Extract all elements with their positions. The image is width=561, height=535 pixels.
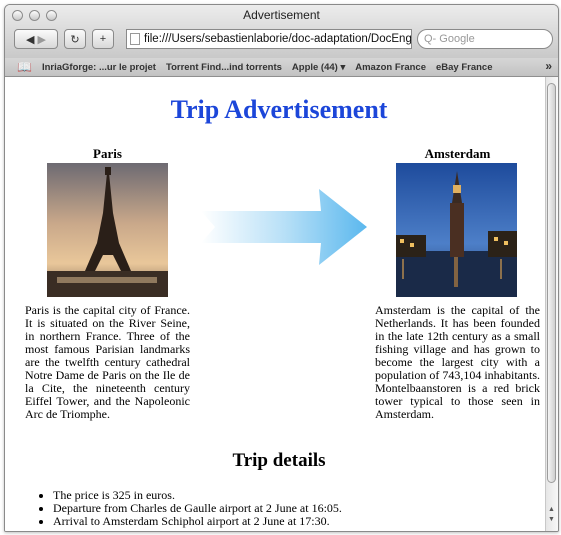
plus-icon: + [99, 33, 107, 45]
destination-description: Amsterdam is the capital of the Netherla… [375, 303, 540, 421]
list-item: Arrival to Amsterdam Schiphol airport at… [53, 515, 342, 528]
forward-arrow-icon: ▶ [37, 33, 46, 46]
url-text: file:///Users/sebastienlaborie/doc-adapt… [144, 33, 412, 45]
add-bookmark-button[interactable]: + [92, 29, 114, 49]
trip-details-heading: Trip details [232, 450, 326, 471]
more-bookmarks-icon[interactable]: » [545, 59, 552, 73]
reload-icon: ↻ [70, 33, 80, 46]
bookmark-item[interactable]: eBay France [436, 62, 493, 73]
scroll-arrows-icon[interactable]: ▲ ▼ [548, 505, 555, 525]
page-icon [130, 33, 140, 45]
eiffel-tower-photo [47, 163, 168, 297]
back-forward-button[interactable]: ◀ ▶ [14, 29, 58, 49]
origin-city-name: Paris [93, 146, 122, 161]
vertical-scrollbar[interactable]: ▲ ▼ [545, 77, 558, 531]
address-bar[interactable]: file:///Users/sebastienlaborie/doc-adapt… [126, 29, 412, 49]
page-title: Trip Advertisement [170, 95, 388, 124]
trip-details-list: The price is 325 in euros. Departure fro… [35, 489, 342, 528]
title-bar: Advertisement ◀ ▶ ↻ + file:///Users/seba… [5, 5, 558, 59]
reload-button[interactable]: ↻ [64, 29, 86, 49]
page-content: Trip Advertisement Paris Paris is the ca… [5, 77, 545, 531]
bookmark-item[interactable]: Torrent Find...ind torrents [166, 62, 282, 73]
scrollbar-thumb[interactable] [547, 83, 556, 483]
open-book-icon[interactable]: 📖 [17, 60, 32, 74]
destination-city-name: Amsterdam [424, 146, 491, 161]
origin-description: Paris is the capital city of France. It … [25, 303, 190, 421]
bookmarks-bar: 📖 InriaGforge: ...ur le projet Torrent F… [5, 58, 558, 77]
window-title: Advertisement [243, 8, 320, 22]
amsterdam-tower-photo [396, 163, 517, 297]
search-field[interactable]: Q- Google [417, 29, 553, 49]
bookmark-item[interactable]: InriaGforge: ...ur le projet [42, 62, 156, 73]
direction-arrow-icon [201, 189, 367, 265]
search-placeholder: Q- Google [424, 33, 475, 45]
back-arrow-icon: ◀ [26, 33, 35, 46]
bookmark-item[interactable]: Amazon France [355, 62, 426, 73]
bookmark-item[interactable]: Apple (44) ▾ [292, 62, 345, 73]
navigation-buttons: ◀ ▶ ↻ + [14, 29, 114, 49]
browser-window: Advertisement ◀ ▶ ↻ + file:///Users/seba… [4, 4, 559, 532]
